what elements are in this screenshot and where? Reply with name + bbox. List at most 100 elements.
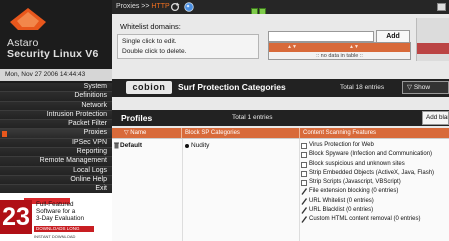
brand-product: Security Linux V6 (7, 48, 99, 60)
nav-item-intrusion-protection[interactable]: Intrusion Protection (0, 110, 112, 121)
nav-label: Exit (95, 185, 107, 193)
nav-item-packet-filter[interactable]: Packet Filter (0, 120, 112, 130)
system-datetime: Mon, Nov 27 2006 14:44:43 (0, 69, 112, 81)
feature-file-extension-blocking[interactable]: File extension blocking (0 entries) (300, 187, 449, 196)
nav-item-remote-management[interactable]: Remote Management (0, 157, 112, 167)
checkbox[interactable] (301, 180, 307, 187)
whitelist-table-header: ▲▼ ▲▼ (269, 43, 410, 52)
pencil-icon[interactable] (301, 188, 307, 196)
trash-icon[interactable] (114, 142, 119, 149)
cobion-logo-text: cobion (132, 82, 166, 92)
checkbox[interactable] (301, 161, 307, 168)
cobion-logo: cobion (126, 81, 172, 94)
main-content: Whitelist domains: Single click to edit.… (112, 14, 449, 241)
feature-strip-objects[interactable]: Strip Embedded Objects (ActiveX, Java, F… (300, 169, 449, 178)
feature-label: Virus Protection for Web (309, 142, 374, 148)
cobion-total-entries: Total 18 entries (340, 84, 385, 91)
column-header-features[interactable]: Content Scanning Features (300, 128, 449, 138)
active-marker-icon (2, 130, 7, 137)
breadcrumb-page[interactable]: HTTP (151, 3, 169, 10)
feature-label: Block Spyware (Infection and Communicati… (309, 151, 433, 158)
promo-text: Full-Featured Software for a 3-Day Evalu… (36, 201, 108, 222)
feature-url-whitelist[interactable]: URL Whitelist (0 entries) (300, 197, 449, 206)
nav-item-system[interactable]: System (0, 83, 112, 93)
feature-label: URL Blacklist (0 entries) (309, 207, 374, 214)
whitelist-help-line: Double click to delete. (122, 48, 187, 55)
feature-label: Strip Scripts (Javascript, VBScript) (309, 179, 401, 186)
profile-blocked-category: Nudity (191, 142, 210, 149)
promo-strip: DOWNLOADS LONG (34, 226, 94, 232)
nav-item-local-logs[interactable]: Local Logs (0, 166, 112, 176)
feature-label: Strip Embedded Objects (ActiveX, Java, F… (309, 169, 435, 176)
promo-line: Software for a (36, 208, 76, 215)
column-header-name[interactable]: ▽ Name (112, 128, 182, 138)
refresh-icon[interactable] (170, 2, 180, 12)
feature-label: URL Whitelist (0 entries) (309, 197, 374, 204)
breadcrumb-separator: >> (139, 3, 152, 10)
status-indicators (251, 3, 267, 16)
nav-label: Definitions (74, 92, 107, 100)
nav-label: Intrusion Protection (46, 110, 107, 118)
top-bar: Proxies >> HTTP (112, 0, 449, 16)
whitelist-label: Whitelist domains: (120, 22, 181, 31)
nav-label: Packet Filter (68, 120, 107, 128)
profiles-add-blank-button[interactable]: Add blank (422, 111, 449, 125)
promo-line: 3-Day Evaluation (36, 215, 84, 222)
column-header-categories[interactable]: Block SP Categories (182, 128, 300, 138)
feature-strip-scripts[interactable]: Strip Scripts (Javascript, VBScript) (300, 178, 449, 187)
nav-item-reporting[interactable]: Reporting (0, 148, 112, 158)
whitelist-empty-message: :: no data in table :: (316, 53, 363, 59)
cobion-section-title: Surf Protection Categories (178, 82, 286, 92)
nav-item-definitions[interactable]: Definitions (0, 92, 112, 102)
sidebar: Astaro Security Linux V6 Mon, Nov 27 200… (0, 0, 112, 241)
feature-url-blacklist[interactable]: URL Blacklist (0 entries) (300, 206, 449, 215)
profiles-total-entries: Total 1 entries (232, 114, 273, 121)
window-control-button[interactable] (437, 3, 446, 11)
feature-custom-html-removal[interactable]: Custom HTML content removal (0 entries) (300, 215, 449, 224)
feature-block-spyware[interactable]: Block Spyware (Infection and Communicati… (300, 150, 449, 159)
content-scanning-features: Virus Protection for Web Block Spyware (… (300, 141, 449, 225)
right-panel-strip (417, 43, 449, 54)
feature-label: File extension blocking (0 entries) (309, 188, 399, 195)
whitelist-domain-input[interactable] (268, 31, 374, 42)
nav-item-online-help[interactable]: Online Help (0, 175, 112, 186)
cobion-show-button[interactable]: ▽ Show (402, 81, 449, 94)
nav-label: Local Logs (73, 166, 107, 174)
sort-arrows-icon[interactable]: ▲▼ (287, 43, 297, 52)
nav-label: Online Help (70, 175, 107, 183)
nav-label: Proxies (83, 129, 107, 137)
checkbox[interactable] (301, 152, 307, 159)
breadcrumb-section[interactable]: Proxies (116, 3, 139, 10)
checkbox[interactable] (301, 143, 307, 149)
whitelist-table: ▲▼ ▲▼ :: no data in table :: (268, 42, 411, 60)
sort-arrows-icon[interactable]: ▲▼ (349, 43, 359, 52)
feature-virus-protection[interactable]: Virus Protection for Web (300, 141, 449, 150)
pencil-icon[interactable] (301, 216, 307, 224)
nav-item-network[interactable]: Network (0, 101, 112, 111)
brand: Astaro Security Linux V6 (7, 38, 99, 60)
breadcrumb: Proxies >> HTTP (116, 2, 170, 12)
nav-label: Reporting (76, 148, 107, 156)
promo-overlay: 23 Full-Featured Software for a 3-Day Ev… (0, 193, 112, 241)
nav-label: IPSec VPN (71, 138, 107, 146)
nav-item-proxies[interactable]: Proxies (0, 129, 112, 139)
pencil-icon[interactable] (301, 207, 307, 214)
filter-icon: ▽ (407, 84, 414, 91)
column-header-label: Name (130, 130, 147, 136)
table-row[interactable]: Default Nudity Virus Protection for Web … (112, 138, 449, 241)
cobion-categories-bar: cobion Surf Protection Categories Total … (112, 79, 449, 97)
app-window: Astaro Security Linux V6 Mon, Nov 27 200… (0, 0, 449, 241)
help-globe-icon[interactable] (184, 2, 194, 12)
feature-block-suspicious[interactable]: Block suspicious and unknown sites (300, 160, 449, 169)
column-divider (182, 139, 183, 241)
promo-small: INSTANT DOWNLOAD (34, 234, 76, 239)
promo-line: Full-Featured (36, 201, 74, 208)
checkbox[interactable] (301, 170, 307, 177)
pencil-icon[interactable] (301, 197, 307, 205)
nav-label: Network (81, 101, 107, 109)
whitelist-help-box: Single click to edit. Double click to de… (117, 34, 259, 59)
profiles-title: Profiles (121, 113, 153, 123)
nav-label: Remote Management (39, 157, 107, 165)
nav-item-ipsec-vpn[interactable]: IPSec VPN (0, 138, 112, 149)
profile-name[interactable]: Default (120, 142, 142, 149)
